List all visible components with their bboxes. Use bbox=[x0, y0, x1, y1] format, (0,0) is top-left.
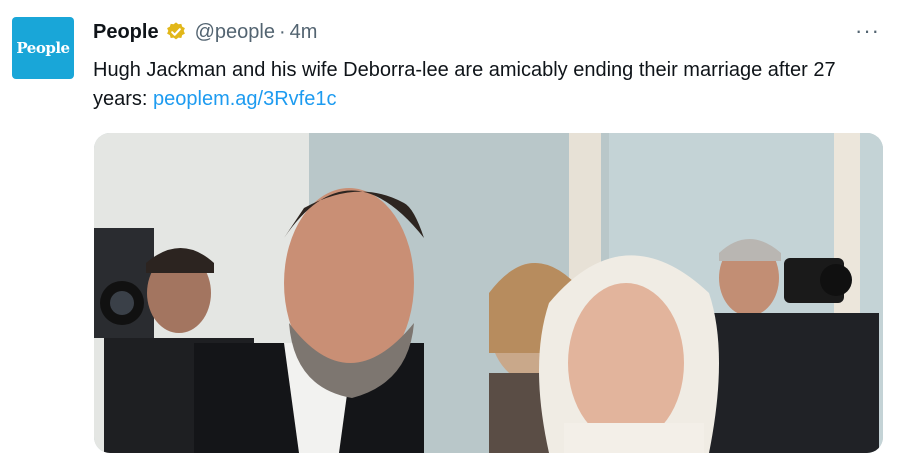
verified-badge-icon[interactable] bbox=[165, 21, 187, 43]
more-options-icon[interactable]: ··· bbox=[855, 18, 880, 44]
tweet-text: Hugh Jackman and his wife Deborra-lee ar… bbox=[93, 56, 893, 114]
tweet[interactable]: People People @people · 4m ··· Hugh Jack… bbox=[0, 0, 900, 453]
separator-dot: · bbox=[278, 20, 286, 43]
avatar-logo-text: People bbox=[16, 39, 70, 57]
display-name[interactable]: People bbox=[93, 21, 159, 44]
timestamp[interactable]: 4m bbox=[290, 21, 318, 44]
tweet-link[interactable]: peoplem.ag/3Rvfe1c bbox=[153, 88, 336, 110]
user-handle[interactable]: @people bbox=[195, 21, 275, 44]
tweet-header: People @people · 4m bbox=[93, 18, 317, 46]
profile-avatar[interactable]: People bbox=[12, 17, 74, 79]
photo-illustration bbox=[94, 133, 883, 453]
tweet-photo[interactable] bbox=[94, 133, 883, 453]
